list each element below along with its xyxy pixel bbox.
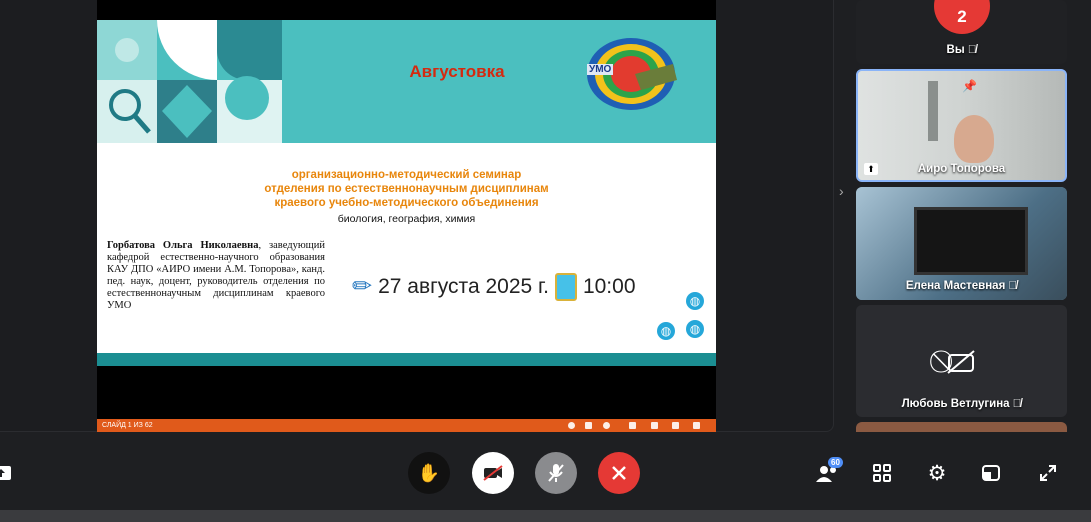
participant-name: Аиро Топорова bbox=[917, 163, 1006, 175]
pip-icon bbox=[982, 465, 1000, 481]
event-time: 10:00 bbox=[582, 274, 636, 298]
pencil-icon: ✏ bbox=[352, 273, 373, 300]
record-icon[interactable] bbox=[568, 422, 575, 429]
collapse-panel-chevron-icon[interactable]: › bbox=[839, 183, 844, 199]
share-screen-icon[interactable] bbox=[0, 458, 16, 488]
expand-icon bbox=[1040, 465, 1056, 481]
speaker-info: Горбатова Ольга Николаевна, заведующий к… bbox=[107, 240, 325, 312]
notepad-icon bbox=[554, 272, 577, 301]
participant-tile[interactable]: Елена Мастевная 🎙̸ bbox=[856, 187, 1067, 300]
picture-in-picture-button[interactable] bbox=[976, 458, 1006, 488]
participant-tile-pinned[interactable]: 📌 ⬆ Аиро Топорова bbox=[856, 69, 1067, 182]
settings-button[interactable]: ⚙ bbox=[922, 458, 952, 488]
seminar-line-2: отделения по естественнонаучным дисципли… bbox=[264, 183, 549, 195]
umo-logo: УМО bbox=[585, 34, 677, 114]
slide-footer-bar bbox=[97, 353, 716, 366]
bottom-strip bbox=[0, 510, 1091, 522]
close-icon bbox=[612, 466, 626, 480]
tv-screen bbox=[914, 207, 1028, 275]
participant-name: Вы 🎙̸ bbox=[946, 44, 977, 56]
mic-muted-icon: 🎙̸ bbox=[1008, 280, 1018, 292]
umo-logo-text: УМО bbox=[587, 64, 614, 75]
grid-layout-button[interactable] bbox=[867, 458, 897, 488]
presentation-slide: Августовка УМО организационно-методическ… bbox=[97, 20, 716, 366]
participant-tile-self[interactable]: 2 Вы 🎙̸ bbox=[856, 0, 1067, 64]
camera-toggle-button[interactable] bbox=[472, 452, 514, 494]
subjects-text: биология, география, химия bbox=[337, 213, 476, 225]
gear-icon: ⚙ bbox=[927, 461, 947, 485]
avatar: 2 bbox=[934, 0, 990, 34]
slideshow-icon[interactable] bbox=[693, 422, 700, 429]
speaker-name: Горбатова Ольга Николаевна bbox=[107, 240, 259, 251]
hand-icon: ✋ bbox=[417, 462, 441, 483]
participant-tile-camera-off[interactable]: ⃠ Любовь Ветлугина 🎙̸ bbox=[856, 305, 1067, 417]
camera-off-icon bbox=[483, 465, 503, 481]
pin-icon[interactable]: 📌 bbox=[962, 79, 977, 93]
camera-off-icon bbox=[947, 350, 975, 374]
play-icon[interactable] bbox=[603, 422, 610, 429]
wall-decor bbox=[928, 81, 938, 141]
geometric-pattern-graphic bbox=[97, 20, 282, 143]
participants-button[interactable]: 60 bbox=[812, 457, 843, 488]
globe-icon: ◍ bbox=[686, 320, 704, 338]
slide-status-bar: СЛАЙД 1 ИЗ 62 bbox=[97, 419, 716, 432]
event-date: 27 августа 2025 г. bbox=[378, 274, 549, 298]
mic-muted-icon: 🎙̸ bbox=[1012, 398, 1022, 410]
slide-counter: СЛАЙД 1 ИЗ 62 bbox=[102, 422, 153, 429]
event-datetime: ✏ 27 августа 2025 г. 10:00 bbox=[352, 272, 636, 301]
participant-tile-partial[interactable] bbox=[856, 422, 1067, 432]
participant-face bbox=[954, 115, 994, 163]
mic-off-icon bbox=[548, 464, 564, 482]
fullscreen-button[interactable] bbox=[1033, 458, 1063, 488]
raise-hand-button[interactable]: ✋ bbox=[408, 452, 450, 494]
call-controls-bar: ✋ 60 ⚙ bbox=[0, 432, 1091, 510]
globe-icon: ◍ bbox=[686, 292, 704, 310]
seminar-line-3: краевого учебно-методического объединени… bbox=[274, 197, 539, 209]
pause-icon[interactable] bbox=[585, 422, 592, 429]
globe-icon: ◍ bbox=[657, 322, 675, 340]
leave-call-button[interactable] bbox=[598, 452, 640, 494]
slide-banner: Августовка УМО bbox=[97, 20, 716, 143]
slide-sorter-icon[interactable] bbox=[651, 422, 658, 429]
seminar-line-1: организационно-методический семинар bbox=[291, 169, 522, 181]
normal-view-icon[interactable] bbox=[629, 422, 636, 429]
grid-icon bbox=[873, 464, 891, 482]
slide-title: Августовка bbox=[409, 62, 505, 81]
mic-toggle-button[interactable] bbox=[535, 452, 577, 494]
participant-name: Елена Мастевная 🎙̸ bbox=[905, 280, 1018, 292]
participants-count-badge: 60 bbox=[828, 457, 843, 468]
reading-view-icon[interactable] bbox=[672, 422, 679, 429]
participant-name: Любовь Ветлугина 🎙̸ bbox=[901, 398, 1022, 410]
mic-muted-icon: 🎙̸ bbox=[967, 44, 977, 56]
